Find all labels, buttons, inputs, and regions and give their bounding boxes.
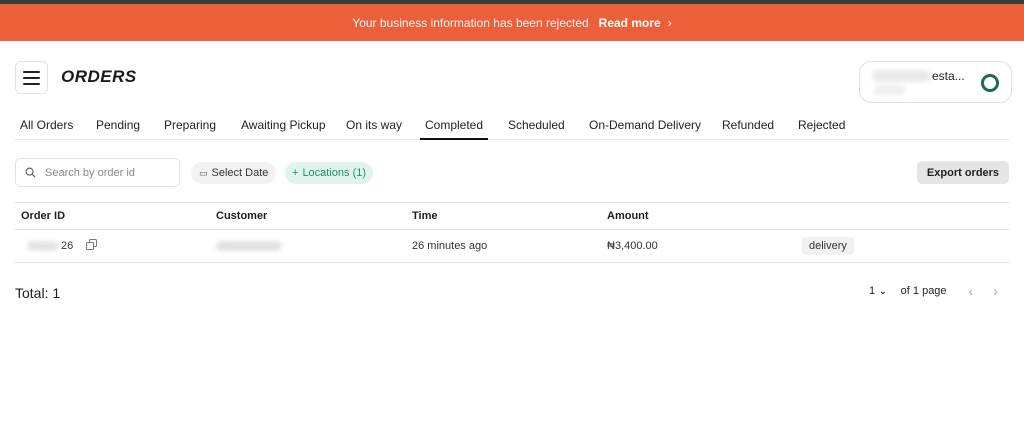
- menu-icon-line: [23, 82, 40, 85]
- page-title: ORDERS: [61, 67, 137, 86]
- tab-preparing[interactable]: Preparing: [164, 112, 216, 140]
- search-box: [15, 158, 180, 187]
- account-switcher[interactable]: esta...: [859, 61, 1012, 103]
- tab-awaiting-pickup[interactable]: Awaiting Pickup: [241, 112, 326, 140]
- table-header: Order ID Customer Time Amount: [15, 202, 1009, 230]
- read-more-label: Read more: [598, 15, 661, 30]
- menu-icon-line: [23, 76, 40, 79]
- export-orders-button[interactable]: Export orders: [917, 161, 1009, 184]
- order-status-tabs: All Orders Pending Preparing Awaiting Pi…: [15, 112, 1009, 140]
- order-type-badge: delivery: [802, 237, 854, 255]
- tab-refunded[interactable]: Refunded: [722, 112, 774, 140]
- read-more-link[interactable]: Read more ›: [599, 16, 672, 30]
- locations-filter-button[interactable]: + Locations (1): [285, 162, 374, 184]
- previous-page-icon[interactable]: ‹: [969, 283, 974, 299]
- banner-message: Your business information has been rejec…: [352, 15, 589, 30]
- table-row[interactable]: 26 26 minutes ago ₦3,400.00 delivery: [15, 230, 1009, 263]
- account-avatar-icon: [981, 74, 999, 92]
- tab-on-its-way[interactable]: On its way: [346, 112, 402, 140]
- page-select[interactable]: 1 ⌄: [869, 285, 887, 297]
- redacted-customer-name: [216, 241, 282, 251]
- order-id-suffix: 26: [61, 240, 74, 252]
- chevron-down-icon: ⌄: [879, 285, 887, 296]
- copy-icon[interactable]: [86, 239, 97, 250]
- page-select-value: 1: [869, 285, 876, 297]
- select-date-label: Select Date: [211, 167, 269, 179]
- account-name: esta...: [932, 69, 965, 83]
- tab-pending[interactable]: Pending: [96, 112, 140, 140]
- column-header-time: Time: [412, 210, 438, 222]
- search-input[interactable]: [45, 166, 165, 179]
- hamburger-menu-button[interactable]: [15, 61, 48, 94]
- tab-scheduled[interactable]: Scheduled: [508, 112, 565, 140]
- calendar-icon: ▭: [199, 167, 208, 178]
- column-header-order-id: Order ID: [21, 210, 66, 222]
- locations-label: Locations (1): [302, 167, 367, 179]
- redacted-account-text: [874, 85, 906, 95]
- tab-on-demand-delivery[interactable]: On-Demand Delivery: [589, 112, 701, 140]
- redacted-order-id: [27, 241, 59, 251]
- column-header-customer: Customer: [216, 210, 268, 222]
- next-page-icon[interactable]: ›: [993, 283, 998, 299]
- select-date-button[interactable]: ▭ Select Date: [191, 162, 277, 184]
- page-info: of 1 page: [900, 285, 947, 297]
- orders-table: Order ID Customer Time Amount 26 26 minu…: [15, 202, 1009, 263]
- tab-rejected[interactable]: Rejected: [798, 112, 845, 140]
- redacted-account-text: [872, 70, 930, 82]
- column-header-amount: Amount: [607, 210, 649, 222]
- search-icon: [25, 167, 36, 178]
- pagination: 1 ⌄ of 1 page ‹ ›: [869, 283, 998, 299]
- total-count: Total: 1: [15, 285, 61, 301]
- rejection-banner: Your business information has been rejec…: [0, 4, 1024, 41]
- tab-all-orders[interactable]: All Orders: [20, 112, 73, 140]
- plus-icon: +: [292, 167, 299, 179]
- menu-icon-line: [23, 70, 40, 73]
- tab-completed[interactable]: Completed: [420, 112, 489, 140]
- chevron-right-icon: ›: [667, 15, 672, 30]
- order-amount: ₦3,400.00: [607, 240, 658, 252]
- order-time: 26 minutes ago: [412, 240, 488, 252]
